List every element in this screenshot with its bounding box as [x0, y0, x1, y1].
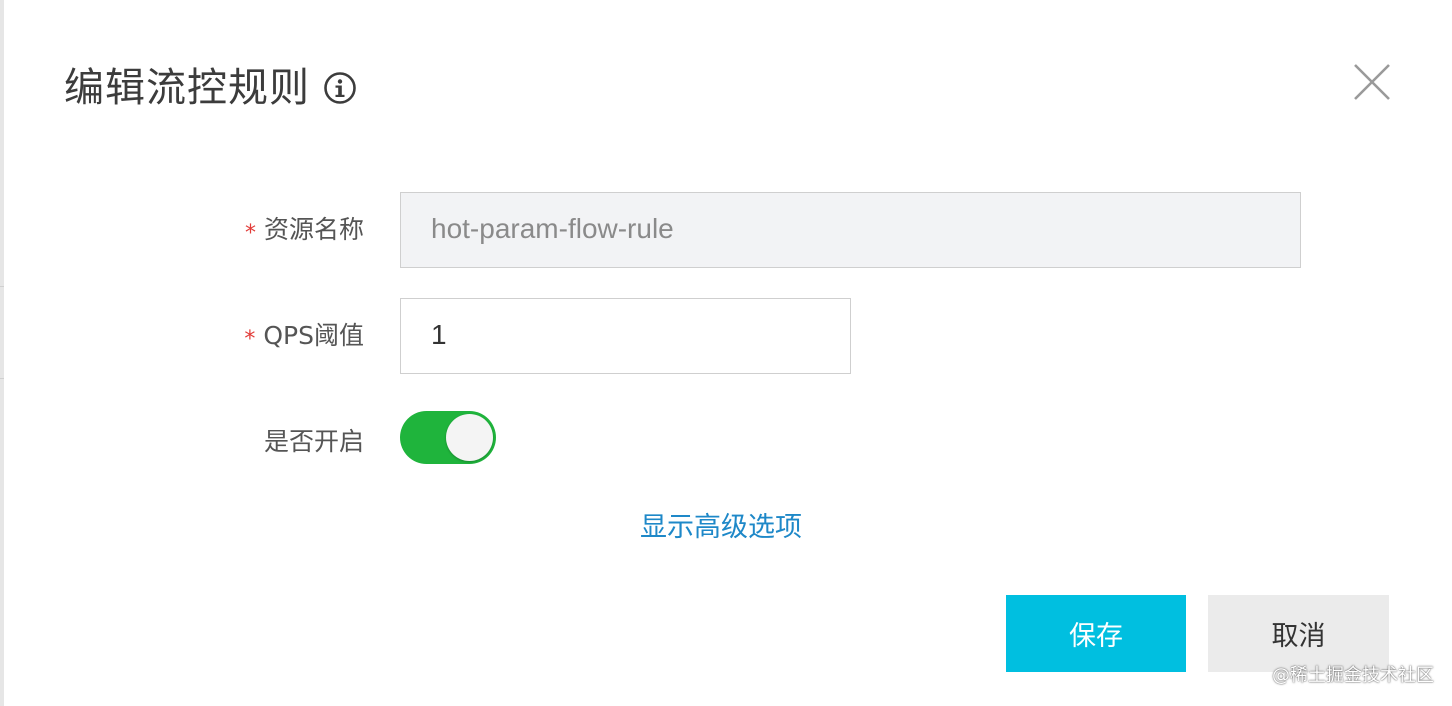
enabled-label-text: 是否开启 — [263, 427, 364, 456]
enabled-toggle[interactable] — [400, 411, 496, 464]
resource-name-label-text: 资源名称 — [263, 215, 364, 244]
required-mark: * — [244, 221, 256, 246]
cancel-button[interactable]: 取消 — [1208, 595, 1389, 672]
info-circle-icon[interactable] — [322, 70, 358, 106]
divider — [0, 286, 4, 287]
save-button[interactable]: 保存 — [1006, 595, 1186, 672]
watermark: @稀土掘金技术社区 — [1272, 665, 1434, 686]
toggle-knob — [446, 414, 493, 461]
edit-flow-rule-dialog: 编辑流控规则 * 资源名称 hot-param-flow-rule * QPS阈值 … — [0, 0, 1452, 706]
dialog-header: 编辑流控规则 — [64, 58, 358, 118]
qps-threshold-input[interactable]: 1 — [400, 298, 851, 374]
required-mark: * — [244, 327, 256, 352]
enabled-label: 是否开启 — [264, 422, 364, 462]
dialog-title: 编辑流控规则 — [64, 65, 310, 111]
close-icon[interactable] — [1350, 60, 1394, 104]
qps-threshold-label-text: QPS阈值 — [263, 321, 364, 350]
resource-name-label: * 资源名称 — [245, 210, 364, 252]
show-advanced-options-link[interactable]: 显示高级选项 — [640, 506, 802, 550]
divider — [0, 378, 4, 379]
resource-name-input[interactable]: hot-param-flow-rule — [400, 192, 1301, 268]
background-edge — [0, 0, 4, 706]
qps-threshold-label: * QPS阈值 — [244, 316, 364, 358]
